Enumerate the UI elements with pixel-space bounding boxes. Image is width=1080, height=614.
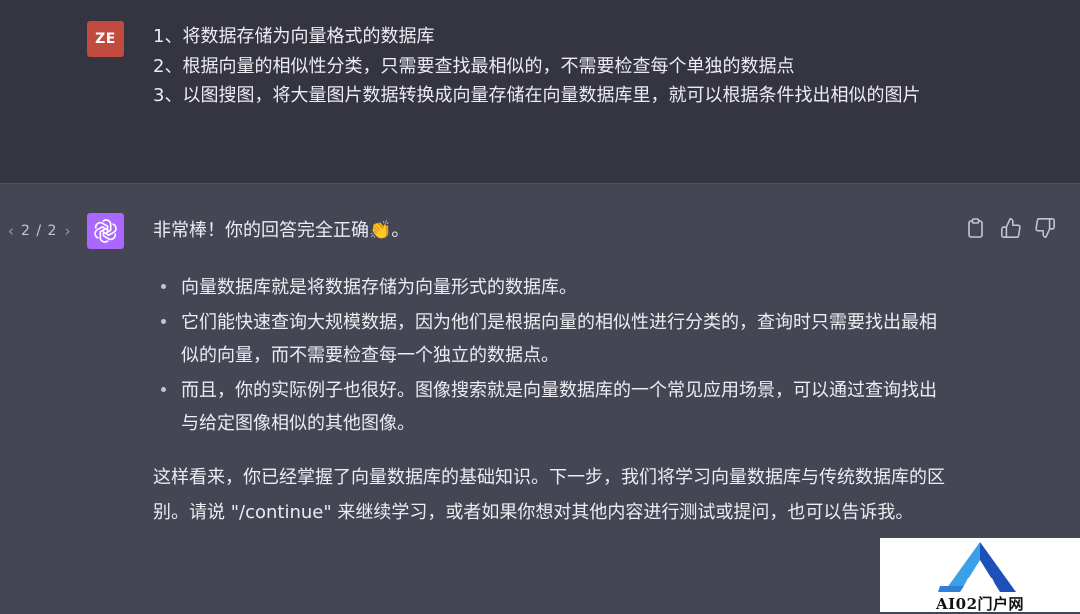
response-pager: ‹ 2 / 2 › xyxy=(8,222,70,240)
chevron-right-icon[interactable]: › xyxy=(64,222,70,240)
watermark: AI02门户网 xyxy=(880,538,1080,613)
watermark-text: AI02门户网 xyxy=(935,595,1025,613)
assistant-outro: 这样看来，你已经掌握了向量数据库的基础知识。下一步，我们将学习向量数据库与传统数… xyxy=(153,467,945,523)
chevron-left-icon[interactable]: ‹ xyxy=(8,222,14,240)
copy-icon[interactable] xyxy=(966,217,988,239)
assistant-message-text: 非常棒！你的回答完全正确👏。 向量数据库就是将数据存储为向量形式的数据库。 它们… xyxy=(153,216,953,530)
thumbs-up-icon[interactable] xyxy=(1000,217,1022,239)
user-message: ZE 1、将数据存储为向量格式的数据库 2、根据向量的相似性分类，只需要查找最相… xyxy=(0,0,1080,183)
message-actions xyxy=(966,217,1056,239)
list-item: 它们能快速查询大规模数据，因为他们是根据向量的相似性进行分类的，查询时只需要找出… xyxy=(153,306,953,372)
assistant-avatar xyxy=(87,213,124,249)
list-item: 而且，你的实际例子也很好。图像搜索就是向量数据库的一个常见应用场景，可以通过查询… xyxy=(153,374,953,440)
assistant-bullet-list: 向量数据库就是将数据存储为向量形式的数据库。 它们能快速查询大规模数据，因为他们… xyxy=(153,271,953,440)
user-line: 3、以图搜图，将大量图片数据转换成向量存储在向量数据库里，就可以根据条件找出相似… xyxy=(153,85,921,107)
openai-logo-icon xyxy=(94,219,117,243)
thumbs-down-icon[interactable] xyxy=(1034,217,1056,239)
user-avatar: ZE xyxy=(87,21,124,57)
pager-count: 2 / 2 xyxy=(21,223,58,239)
user-message-text: 1、将数据存储为向量格式的数据库 2、根据向量的相似性分类，只需要查找最相似的，… xyxy=(153,22,963,111)
user-line: 1、将数据存储为向量格式的数据库 xyxy=(153,26,435,47)
list-item: 向量数据库就是将数据存储为向量形式的数据库。 xyxy=(153,271,953,304)
watermark-logo-icon xyxy=(938,542,1016,592)
user-line: 2、根据向量的相似性分类，只需要查找最相似的，不需要检查每个单独的数据点 xyxy=(153,55,795,77)
assistant-intro: 非常棒！你的回答完全正确👏。 xyxy=(153,220,410,241)
